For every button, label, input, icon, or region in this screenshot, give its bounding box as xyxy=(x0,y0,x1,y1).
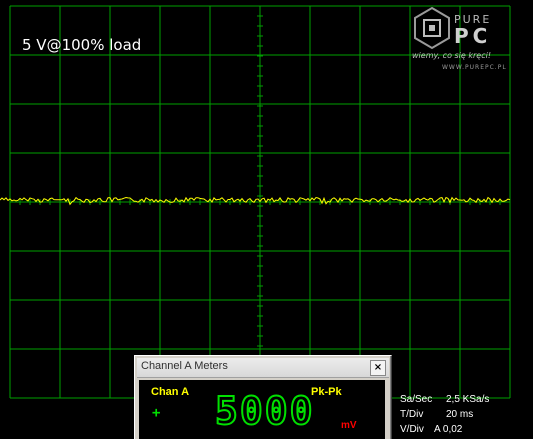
channel-meters-window[interactable]: Channel A Meters × Chan A Pk-Pk + 5000 m… xyxy=(134,355,392,439)
sa-sec-value: 2,5 KSa/s xyxy=(446,394,490,405)
oscilloscope-screen: 5 V@100% load PURE PC wiemy, co się kręc… xyxy=(0,0,533,439)
meter-value: 5000 xyxy=(214,389,315,433)
meters-title: Channel A Meters xyxy=(141,360,228,372)
meter-unit: mV xyxy=(341,420,357,431)
v-div-label: V/Div xyxy=(400,424,424,435)
meter-sign: + xyxy=(152,405,161,421)
v-div-value: A 0,02 xyxy=(434,424,463,435)
logo-tagline: wiemy, co się kręci! xyxy=(412,51,492,60)
purepc-logo: PURE PC wiemy, co się kręci! WWW.PUREPC.… xyxy=(412,4,530,71)
meters-titlebar[interactable]: Channel A Meters × xyxy=(137,358,389,378)
meter-channel-label: Chan A xyxy=(151,386,190,398)
meters-display: Chan A Pk-Pk + 5000 mV xyxy=(139,380,385,439)
t-div-label: T/Div xyxy=(400,409,424,420)
meter-mode-label: Pk-Pk xyxy=(311,386,342,398)
logo-url: WWW.PUREPC.PL xyxy=(442,64,507,71)
logo-mark-icon xyxy=(414,6,450,50)
logo-word-pc: PC xyxy=(454,24,492,48)
signal-trace xyxy=(0,196,511,206)
load-label: 5 V@100% load xyxy=(22,36,142,54)
sa-sec-label: Sa/Sec xyxy=(400,394,433,405)
t-div-value: 20 ms xyxy=(446,409,474,420)
close-button[interactable]: × xyxy=(370,360,386,376)
